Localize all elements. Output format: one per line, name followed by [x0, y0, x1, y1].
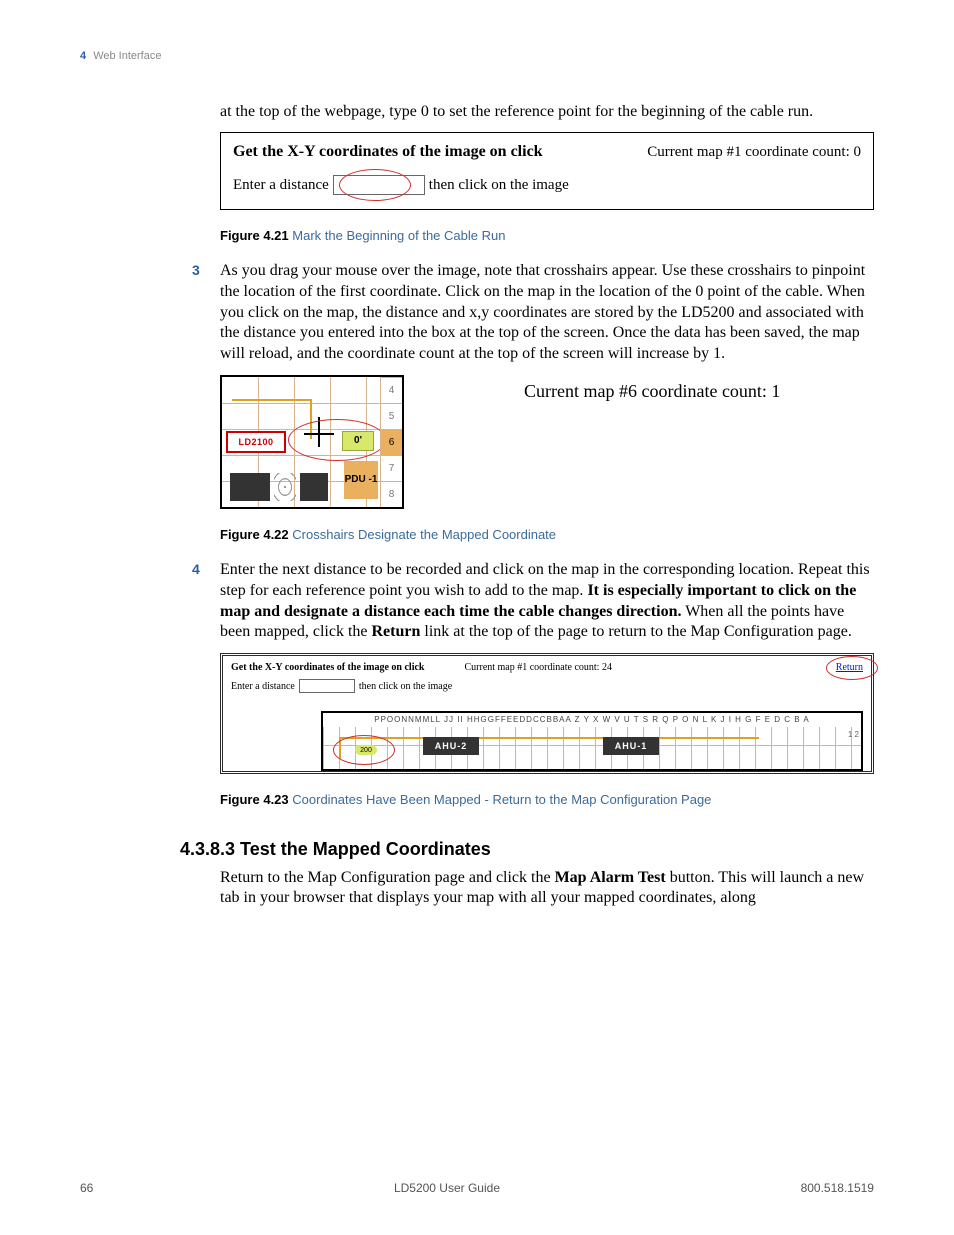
figure-4-22-map-thumbnail: LD2100 0' PDU -1 4 5 6 7 8	[220, 375, 404, 509]
edge-number: 4	[380, 377, 402, 403]
figure-label: Figure 4.23	[220, 792, 289, 807]
get-xy-heading: Get the X-Y coordinates of the image on …	[231, 662, 424, 673]
crosshair-vertical-icon	[318, 417, 320, 447]
figure-4-21-screenshot: Get the X-Y coordinates of the image on …	[220, 132, 874, 210]
ahu-2-label: AHU-2	[423, 737, 479, 755]
figure-4-22-caption: Figure 4.22 Crosshairs Designate the Map…	[220, 527, 874, 542]
edge-number: 5	[380, 403, 402, 429]
page-number: 66	[80, 1181, 93, 1195]
chapter-title: Web Interface	[93, 50, 161, 62]
pdu-label: PDU -1	[344, 461, 378, 499]
zero-distance-marker: 0'	[342, 431, 374, 451]
get-xy-heading: Get the X-Y coordinates of the image on …	[233, 143, 543, 161]
figure-4-21-caption: Figure 4.21 Mark the Beginning of the Ca…	[220, 228, 874, 243]
figure-label: Figure 4.22	[220, 527, 289, 542]
intro-paragraph: at the top of the webpage, type 0 to set…	[220, 102, 874, 122]
figure-title: Coordinates Have Been Mapped - Return to…	[292, 792, 711, 807]
step-3-text: As you drag your mouse over the image, n…	[220, 262, 865, 362]
figure-4-23-screenshot: Get the X-Y coordinates of the image on …	[220, 653, 874, 774]
row-numbers: 1 2	[848, 729, 859, 741]
coordinate-count-text: Current map #1 coordinate count: 24	[464, 662, 835, 673]
distance-input[interactable]	[333, 175, 425, 195]
figure-title: Mark the Beginning of the Cable Run	[292, 228, 505, 243]
then-click-label: then click on the image	[359, 681, 452, 692]
column-letters: PPOONNMMLL JJ II HHGGFFEEDDCCBBAA Z Y X …	[327, 715, 857, 724]
section-text-a: Return to the Map Configuration page and…	[220, 869, 555, 886]
distance-input[interactable]	[299, 679, 355, 693]
ahu-1-label: AHU-1	[603, 737, 659, 755]
page-footer: 66 LD5200 User Guide 800.518.1519	[80, 1181, 874, 1195]
step-4: 4 Enter the next distance to be recorded…	[220, 560, 874, 643]
edge-number: 8	[380, 481, 402, 507]
section-heading: 4.3.8.3 Test the Mapped Coordinates	[180, 839, 874, 860]
running-header: 4 Web Interface	[80, 50, 874, 62]
figure-4-23-caption: Figure 4.23 Coordinates Have Been Mapped…	[220, 792, 874, 807]
return-link[interactable]: Return	[836, 662, 863, 673]
crosshair-horizontal-icon	[304, 433, 334, 435]
phone-number: 800.518.1519	[801, 1181, 874, 1195]
step-3: 3 As you drag your mouse over the image,…	[220, 261, 874, 365]
step-4-text-c: link at the top of the page to return to…	[424, 623, 851, 640]
enter-distance-label: Enter a distance	[233, 177, 329, 194]
coordinate-count-text: Current map #6 coordinate count: 1	[524, 381, 780, 402]
map-strip: PPOONNMMLL JJ II HHGGFFEEDDCCBBAA Z Y X …	[321, 711, 863, 771]
figure-label: Figure 4.21	[220, 228, 289, 243]
edge-number: 6	[380, 429, 402, 455]
doc-title: LD5200 User Guide	[394, 1181, 500, 1195]
figure-title: Crosshairs Designate the Mapped Coordina…	[292, 527, 556, 542]
section-paragraph: Return to the Map Configuration page and…	[220, 868, 874, 908]
edge-number: 7	[380, 455, 402, 481]
chapter-number: 4	[80, 50, 86, 62]
map-alarm-test-bold: Map Alarm Test	[555, 869, 666, 886]
step-number: 4	[192, 560, 200, 578]
enter-distance-label: Enter a distance	[231, 681, 295, 692]
distance-badge: 200	[355, 745, 377, 755]
ld2100-label: LD2100	[226, 431, 286, 453]
then-click-label: then click on the image	[429, 177, 569, 194]
coordinate-count-text: Current map #1 coordinate count: 0	[647, 144, 861, 161]
step-4-bold-b: Return	[372, 623, 421, 640]
step-number: 3	[192, 261, 200, 279]
